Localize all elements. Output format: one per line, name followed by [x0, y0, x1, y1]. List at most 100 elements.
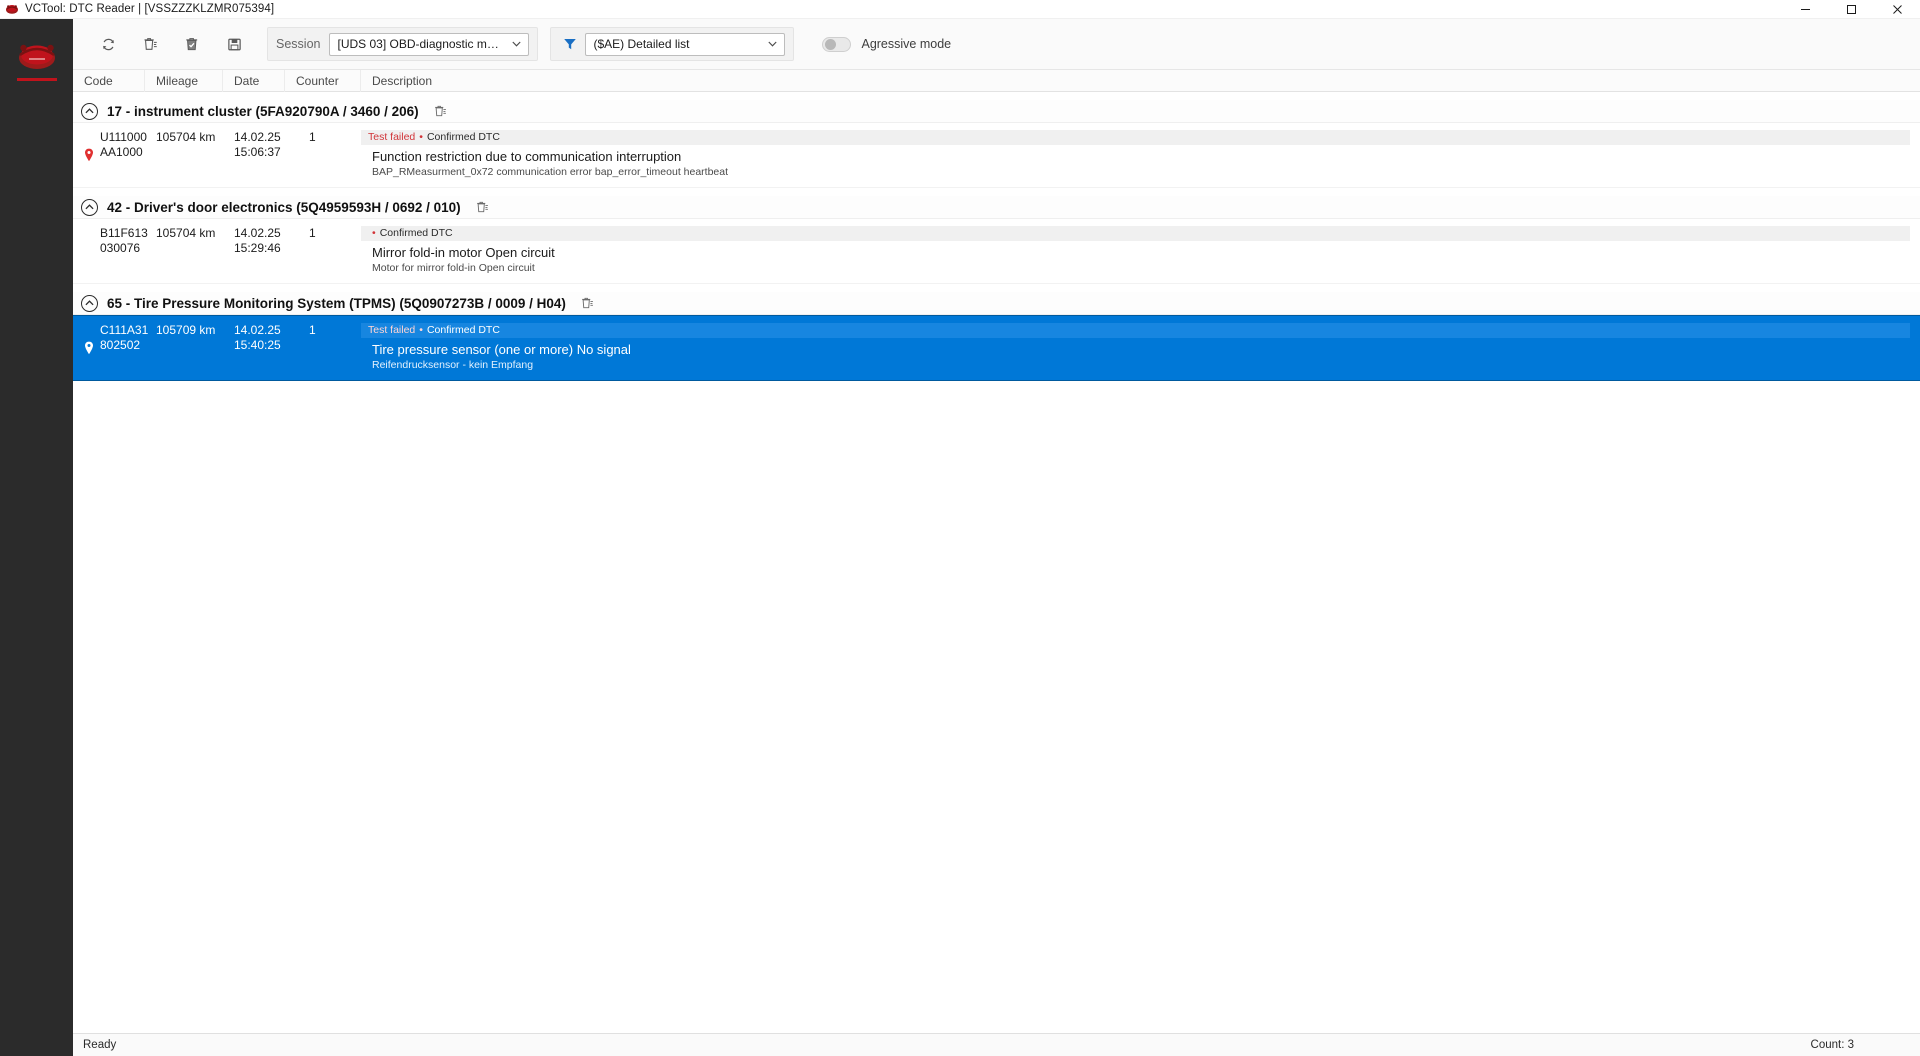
toolbar: Session [UDS 03] OBD-diagnostic mode ($A… — [73, 19, 1920, 70]
cell-date: 14.02.2515:40:25 — [223, 321, 285, 373]
chevron-up-icon[interactable] — [81, 103, 98, 120]
column-header-date[interactable]: Date — [223, 70, 285, 92]
status-separator-dot: • — [419, 323, 423, 338]
chevron-down-icon — [768, 41, 777, 47]
window-controls — [1782, 0, 1920, 19]
cell-description: Test failed • Confirmed DTC Function restri… — [361, 128, 1920, 180]
status-count: Count: 3 — [1811, 1039, 1854, 1051]
aggressive-mode-group: Agressive mode — [822, 37, 951, 52]
column-header-code[interactable]: Code — [73, 70, 145, 92]
dtc-group-header[interactable]: 42 - Driver's door electronics (5Q495959… — [73, 196, 1920, 219]
cell-date: 14.02.2515:29:46 — [223, 224, 285, 276]
vctool-logo-icon — [5, 2, 19, 16]
dtc-group-title: 17 - instrument cluster (5FA920790A / 34… — [107, 104, 419, 119]
cell-mileage: 105704 km — [145, 224, 223, 276]
rail-accent-bar — [17, 78, 57, 81]
status-badge-confirmed-dtc: Confirmed DTC — [427, 130, 500, 145]
dtc-group-title: 42 - Driver's door electronics (5Q495959… — [107, 200, 461, 215]
dtc-detail-text: Reifendrucksensor - kein Empfang — [372, 358, 1920, 373]
clear-selected-faults-button[interactable] — [129, 26, 171, 62]
cell-mileage: 105709 km — [145, 321, 223, 373]
window-title: VCTool: DTC Reader | [VSSZZZKLZMR075394] — [25, 3, 274, 15]
dtc-code-value: C111A31 — [100, 323, 145, 338]
dtc-subcode-value: AA1000 — [100, 145, 145, 160]
location-pin-icon — [84, 148, 94, 162]
dtc-description-text: Function restriction due to communicatio… — [372, 148, 1920, 165]
column-header-mileage[interactable]: Mileage — [145, 70, 223, 92]
cell-mileage: 105704 km — [145, 128, 223, 180]
dtc-list[interactable]: 17 - instrument cluster (5FA920790A / 34… — [73, 92, 1920, 1033]
clear-group-faults-icon[interactable] — [433, 104, 447, 118]
dtc-date-value: 14.02.25 — [234, 130, 285, 145]
table-row[interactable]: B11F613030076105704 km14.02.2515:29:461•… — [73, 219, 1920, 284]
filter-combo-value: ($AE) Detailed list — [593, 37, 760, 51]
dtc-description-text: Tire pressure sensor (one or more) No si… — [372, 341, 1920, 358]
cell-description: • Confirmed DTC Mirror fold-in motor Open … — [361, 224, 1920, 276]
session-combo[interactable]: [UDS 03] OBD-diagnostic mode — [329, 33, 529, 56]
chevron-up-icon[interactable] — [81, 199, 98, 216]
content-area: Session [UDS 03] OBD-diagnostic mode ($A… — [73, 19, 1920, 1056]
status-separator-dot: • — [419, 130, 423, 145]
save-report-button[interactable] — [213, 26, 255, 62]
left-rail — [0, 19, 73, 1056]
dtc-group-title: 65 - Tire Pressure Monitoring System (TP… — [107, 296, 566, 311]
maximize-button[interactable] — [1828, 0, 1874, 19]
status-badge-confirmed-dtc: Confirmed DTC — [427, 323, 500, 338]
filter-icon[interactable] — [559, 33, 581, 55]
location-pin-icon — [84, 341, 94, 355]
column-header-counter[interactable]: Counter — [285, 70, 361, 92]
dtc-group-header[interactable]: 65 - Tire Pressure Monitoring System (TP… — [73, 292, 1920, 315]
dtc-subcode-value: 802502 — [100, 338, 145, 353]
dtc-subcode-value: 030076 — [100, 241, 145, 256]
minimize-button[interactable] — [1782, 0, 1828, 19]
status-badge-test-failed: Test failed — [368, 130, 415, 145]
dtc-time-value: 15:40:25 — [234, 338, 285, 353]
dtc-time-value: 15:29:46 — [234, 241, 285, 256]
dtc-detail-text: BAP_RMeasurment_0x72 communication error… — [372, 165, 1920, 180]
cell-code: B11F613030076 — [73, 224, 145, 276]
table-row[interactable]: C111A31802502105709 km14.02.2515:40:251T… — [73, 315, 1920, 381]
toggle-knob — [825, 39, 836, 50]
status-badge-confirmed-dtc: Confirmed DTC — [380, 226, 453, 241]
filter-combo[interactable]: ($AE) Detailed list — [585, 33, 785, 56]
clear-group-faults-icon[interactable] — [475, 200, 489, 214]
aggressive-mode-toggle[interactable] — [822, 37, 851, 52]
refresh-button[interactable] — [87, 26, 129, 62]
dtc-code-value: U111000 — [100, 130, 145, 145]
dtc-description-text: Mirror fold-in motor Open circuit — [372, 244, 1920, 261]
status-badge-test-failed: Test failed — [368, 323, 415, 338]
status-text: Ready — [83, 1039, 116, 1051]
dtc-status-badges: Test failed • Confirmed DTC — [361, 130, 1910, 145]
dtc-group-header[interactable]: 17 - instrument cluster (5FA920790A / 34… — [73, 100, 1920, 123]
status-bar: Ready Count: 3 — [73, 1033, 1920, 1056]
column-header-description[interactable]: Description — [361, 70, 1920, 92]
session-selector-group: Session [UDS 03] OBD-diagnostic mode — [267, 27, 538, 61]
cell-counter: 1 — [285, 321, 361, 373]
chevron-down-icon — [512, 41, 521, 47]
close-button[interactable] — [1874, 0, 1920, 19]
app-shell: Session [UDS 03] OBD-diagnostic mode ($A… — [0, 19, 1920, 1056]
aggressive-mode-label: Agressive mode — [861, 37, 951, 51]
filter-selector-group: ($AE) Detailed list — [550, 27, 794, 61]
cell-date: 14.02.2515:06:37 — [223, 128, 285, 180]
dtc-status-badges: Test failed • Confirmed DTC — [361, 323, 1910, 338]
dtc-date-value: 14.02.25 — [234, 226, 285, 241]
table-row[interactable]: U111000AA1000105704 km14.02.2515:06:371T… — [73, 123, 1920, 188]
cell-counter: 1 — [285, 224, 361, 276]
session-combo-value: [UDS 03] OBD-diagnostic mode — [337, 37, 504, 51]
status-separator-dot: • — [372, 226, 376, 241]
dtc-code-value: B11F613 — [100, 226, 145, 241]
column-header-row: Code Mileage Date Counter Description — [73, 70, 1920, 92]
dtc-date-value: 14.02.25 — [234, 323, 285, 338]
cell-counter: 1 — [285, 128, 361, 180]
session-label: Session — [276, 37, 320, 51]
cell-description: Test failed • Confirmed DTC Tire pressure s… — [361, 321, 1920, 373]
clear-all-faults-button[interactable] — [171, 26, 213, 62]
dtc-status-badges: • Confirmed DTC — [361, 226, 1910, 241]
dtc-time-value: 15:06:37 — [234, 145, 285, 160]
dtc-detail-text: Motor for mirror fold-in Open circuit — [372, 261, 1920, 276]
title-bar: VCTool: DTC Reader | [VSSZZZKLZMR075394] — [0, 0, 1920, 19]
chevron-up-icon[interactable] — [81, 295, 98, 312]
clear-group-faults-icon[interactable] — [580, 296, 594, 310]
brand-logo-icon[interactable] — [15, 37, 59, 71]
